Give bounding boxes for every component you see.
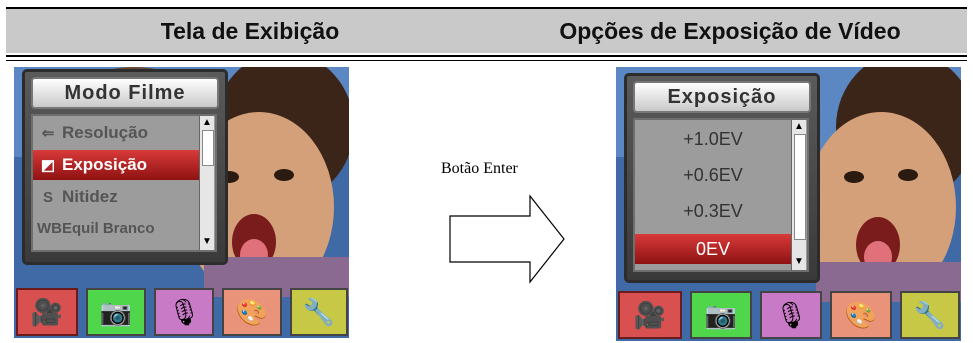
exposure-option[interactable]: +1.0EV [635,124,791,154]
tab-audio[interactable]: 🎙 [154,288,214,336]
right-camera-screen: Exposição +1.0EV +0.6EV +0.3EV 0EV ▲ ▼ 🎥… [616,67,961,341]
scroll-thumb[interactable] [794,134,806,240]
mode-tabs: 🎥 📷 🎙 🎨 🔧 [616,291,961,339]
tab-setup[interactable]: 🔧 [290,288,348,336]
camera-icon: 📷 [704,299,738,330]
scroll-down-icon[interactable]: ▼ [792,256,806,268]
menu-item-resolution[interactable]: ⇐ Resolução [33,118,199,148]
settings-menu: Modo Filme ⇐ Resolução ◩ Exposição S Nitide… [22,69,228,265]
header-bottom-rule [6,55,967,57]
menu-item-label: Exposição [62,155,148,174]
menu-list: ⇐ Resolução ◩ Exposição S Nitidez WBEquil B… [31,114,217,252]
microphone-icon: 🎙 [167,296,201,327]
right-column-title: Opções de Exposição de Vídeo [559,18,901,44]
tools-icon: 🔧 [302,296,336,327]
movie-camera-icon: 🎥 [633,299,667,330]
tools-icon: 🔧 [913,299,947,330]
exposure-option[interactable]: +0.6EV [635,160,791,190]
left-camera-screen: Modo Filme ⇐ Resolução ◩ Exposição S Nitide… [14,67,349,338]
exposure-option[interactable]: +0.3EV [635,196,791,226]
menu-title: Exposição [633,81,811,113]
exposure-list: +1.0EV +0.6EV +0.3EV 0EV ▲ ▼ [633,118,809,272]
sharpness-icon: S [42,189,53,206]
tab-movie[interactable]: 🎥 [618,291,682,339]
menu-item-label: Nitidez [62,187,118,206]
tab-setup[interactable]: 🔧 [900,291,960,339]
menu-scrollbar[interactable]: ▲ ▼ [199,116,214,250]
tab-movie[interactable]: 🎥 [16,288,78,336]
scroll-thumb[interactable] [202,130,214,166]
exposure-icon: ◩ [40,157,56,174]
microphone-icon: 🎙 [774,299,808,330]
menu-item-label: Resolução [62,123,148,142]
scroll-up-icon[interactable]: ▲ [200,117,214,129]
enter-button-label: Botão Enter [441,160,518,177]
movie-camera-icon: 🎥 [30,296,64,327]
right-arrow-icon [449,194,565,284]
white-balance-icon: WB [37,220,62,237]
header-bottom-rule-thin [6,60,967,61]
menu-item-sharpness[interactable]: S Nitidez [33,182,199,212]
tab-audio[interactable]: 🎙 [760,291,822,339]
menu-item-white-balance[interactable]: WBEquil Branco [33,214,199,244]
menu-item-label: Equil Branco [62,220,155,237]
tab-effects[interactable]: 🎨 [830,291,892,339]
exposure-option-selected[interactable]: 0EV [635,234,791,264]
scroll-up-icon[interactable]: ▲ [792,121,806,133]
resolution-icon: ⇐ [41,125,55,142]
palette-icon: 🎨 [844,299,878,330]
menu-title: Modo Filme [31,77,219,109]
mode-tabs: 🎥 📷 🎙 🎨 🔧 [14,288,349,336]
left-column-title: Tela de Exibição [160,18,340,44]
camera-icon: 📷 [99,296,133,327]
palette-icon: 🎨 [235,296,269,327]
menu-item-exposure[interactable]: ◩ Exposição [33,150,199,180]
tab-camera[interactable]: 📷 [690,291,752,339]
exposure-menu: Exposição +1.0EV +0.6EV +0.3EV 0EV ▲ ▼ [624,73,820,283]
tab-effects[interactable]: 🎨 [222,288,282,336]
tab-camera[interactable]: 📷 [86,288,146,336]
menu-scrollbar[interactable]: ▲ ▼ [791,120,806,270]
scroll-down-icon[interactable]: ▼ [200,236,214,248]
